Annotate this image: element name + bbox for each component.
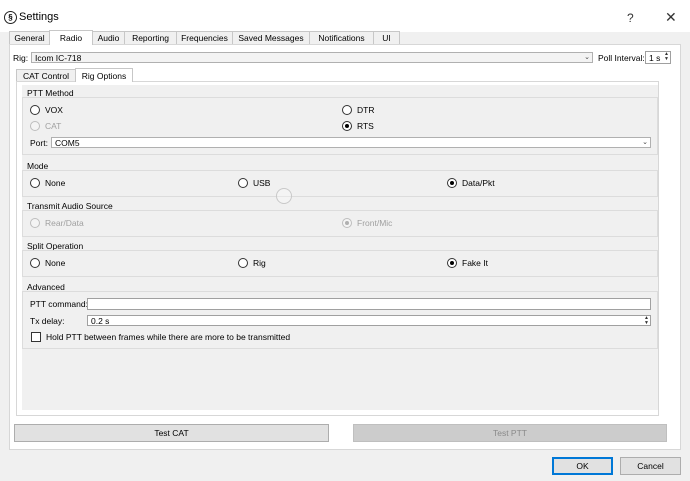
tab-cat-control[interactable]: CAT Control [16,69,76,81]
radio-icon [238,178,248,188]
test-ptt-button: Test PTT [353,424,667,442]
split-rig-label: Rig [253,258,266,268]
ok-button[interactable]: OK [552,457,613,475]
tx-delay-spinner[interactable]: 0.2 s ▲ ▼ [87,315,651,326]
radio-icon [30,178,40,188]
tab-notifications[interactable]: Notifications [309,31,374,44]
port-label: Port: [30,138,48,148]
tab-reporting[interactable]: Reporting [124,31,177,44]
ptt-rts-label: RTS [357,121,374,131]
tab-rig-options[interactable]: Rig Options [75,68,133,82]
hold-ptt-checkbox[interactable]: Hold PTT between frames while there are … [31,332,290,342]
tab-saved-messages[interactable]: Saved Messages [232,31,310,44]
tx-delay-label: Tx delay: [30,316,65,326]
ptt-command-label: PTT command: [30,299,88,309]
mode-data-radio[interactable]: Data/Pkt [447,178,495,188]
split-none-radio[interactable]: None [30,258,65,268]
tx-delay-value: 0.2 s [91,315,110,326]
port-select[interactable]: COM5 ⌄ [51,137,651,148]
tx-audio-rear-label: Rear/Data [45,218,84,228]
ptt-vox-label: VOX [45,105,63,115]
radio-icon [30,105,40,115]
ptt-cat-radio: CAT [30,121,61,131]
ptt-command-input[interactable] [87,298,651,310]
split-rig-radio[interactable]: Rig [238,258,266,268]
spin-arrows-icon[interactable]: ▲ ▼ [644,316,649,326]
radio-icon [30,258,40,268]
tab-radio[interactable]: Radio [49,30,93,45]
mode-usb-radio[interactable]: USB [238,178,270,188]
radio-sub-tab-bar: CAT Control Rig Options [16,68,133,82]
title-bar [0,0,690,32]
tx-audio-rear-radio: Rear/Data [30,218,84,228]
mode-none-label: None [45,178,66,188]
window-title: Settings [19,11,59,23]
ptt-cat-label: CAT [45,121,62,131]
radio-checked-icon [342,218,352,228]
ptt-vox-radio[interactable]: VOX [30,105,63,115]
radio-icon [30,121,40,131]
test-cat-button[interactable]: Test CAT [14,424,329,442]
rig-value: Icom IC-718 [35,52,82,63]
main-tab-bar: General Radio Audio Reporting Frequencie… [9,30,400,45]
app-logo-icon: § [4,11,17,24]
poll-interval-label: Poll Interval: [598,53,645,63]
split-none-label: None [45,258,66,268]
tab-frequencies[interactable]: Frequencies [176,31,233,44]
tx-audio-front-radio: Front/Mic [342,218,392,228]
spin-arrows-icon[interactable]: ▲ ▼ [664,52,669,62]
poll-interval-value: 1 s [649,52,661,63]
port-value: COM5 [55,137,80,148]
mode-group [22,170,658,197]
radio-checked-icon [342,121,352,131]
hold-ptt-label: Hold PTT between frames while there are … [46,332,291,342]
mode-data-label: Data/Pkt [462,178,495,188]
radio-icon [238,258,248,268]
ptt-dtr-radio[interactable]: DTR [342,105,374,115]
ptt-dtr-label: DTR [357,105,375,115]
chevron-down-icon: ⌄ [584,54,590,61]
cursor-indicator-icon [276,188,292,204]
checkbox-icon [31,332,41,342]
radio-icon [342,105,352,115]
split-group [22,250,658,277]
tx-audio-group [22,210,658,237]
help-icon[interactable]: ? [627,11,634,25]
chevron-down-icon: ⌄ [642,139,648,146]
radio-checked-icon [447,178,457,188]
mode-none-radio[interactable]: None [30,178,65,188]
ptt-rts-radio[interactable]: RTS [342,121,374,131]
tab-general[interactable]: General [9,31,50,44]
rig-select[interactable]: Icom IC-718 ⌄ [31,52,593,63]
tab-ui[interactable]: UI [373,31,400,44]
cancel-button[interactable]: Cancel [620,457,681,475]
poll-interval-spinner[interactable]: 1 s ▲ ▼ [645,51,671,64]
mode-usb-label: USB [253,178,271,188]
close-icon[interactable]: ✕ [665,9,677,26]
split-fake-label: Fake It [462,258,488,268]
rig-label: Rig: [13,53,29,63]
split-fake-radio[interactable]: Fake It [447,258,488,268]
radio-checked-icon [447,258,457,268]
tx-audio-front-label: Front/Mic [357,218,393,228]
tab-audio[interactable]: Audio [92,31,125,44]
radio-icon [30,218,40,228]
